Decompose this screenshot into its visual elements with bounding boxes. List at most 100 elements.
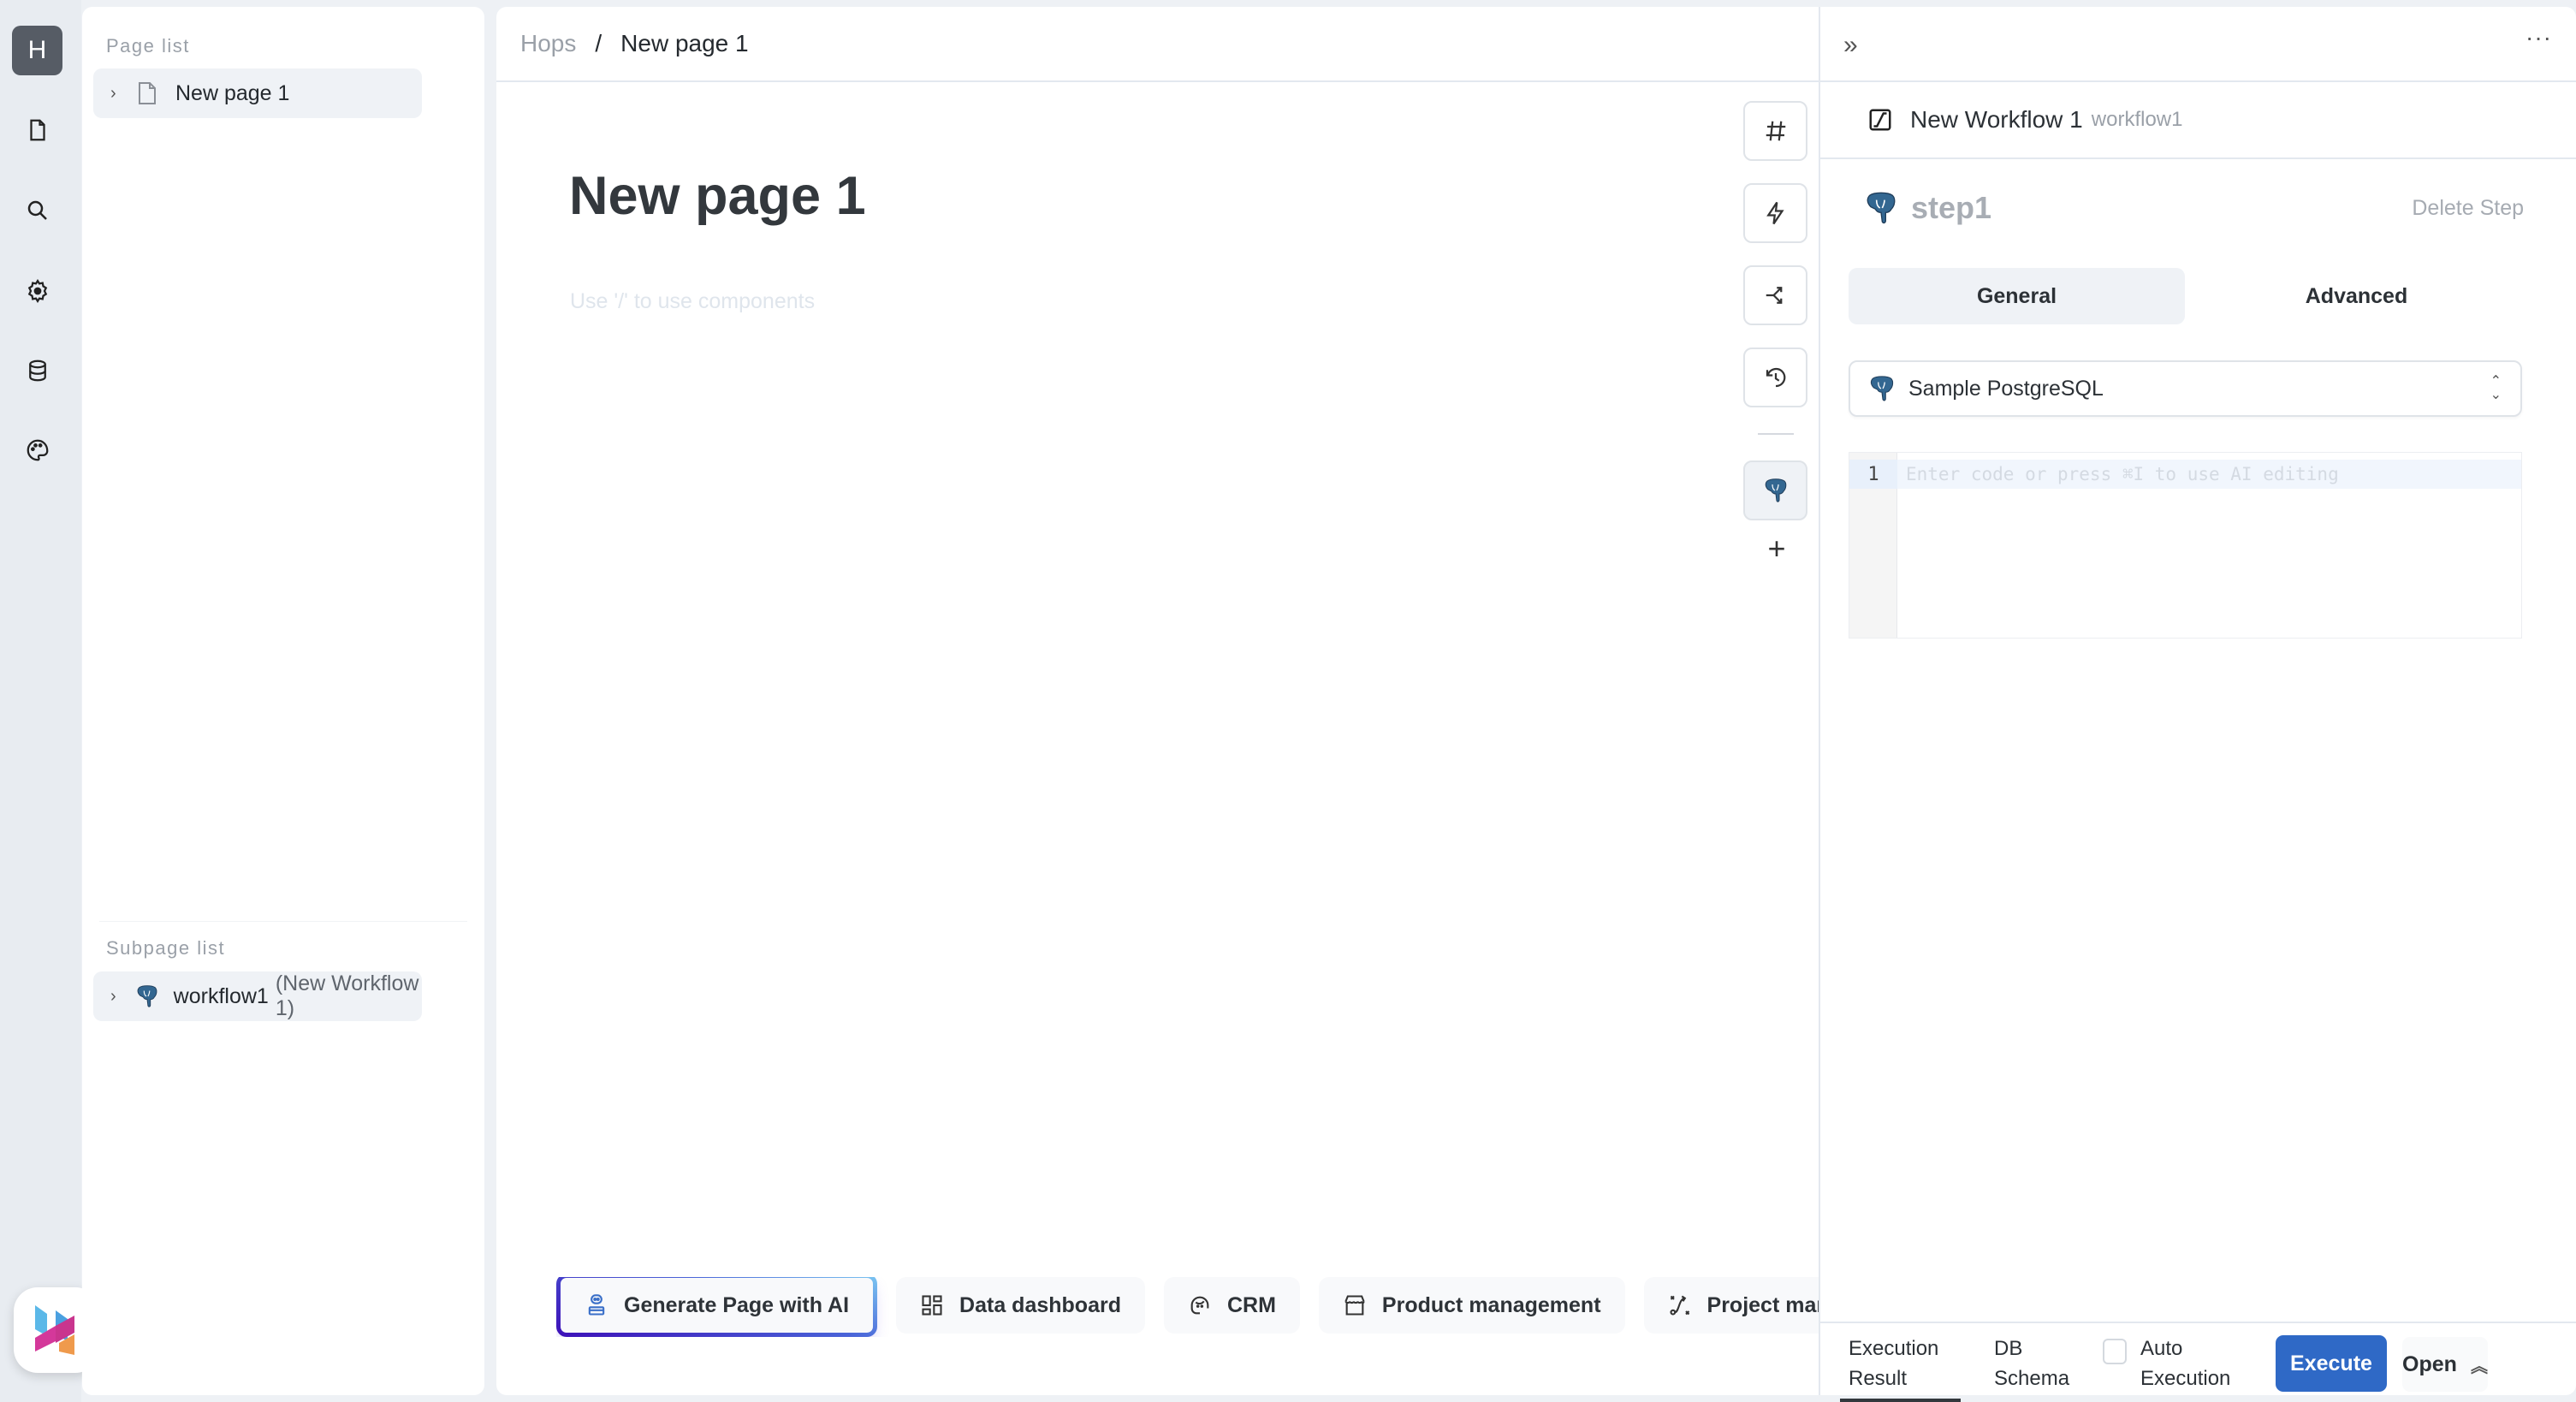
open-results-button[interactable]: Open ︽ bbox=[2402, 1337, 2488, 1392]
workflow-branch-button[interactable] bbox=[1743, 265, 1807, 325]
tab-label: Schema bbox=[1994, 1367, 2070, 1390]
page-list-label: Page list bbox=[106, 35, 190, 56]
postgresql-icon bbox=[1867, 192, 1896, 224]
workflow-header: New Workflow 1 workflow1 bbox=[1820, 82, 2576, 159]
tab-label: DB bbox=[1994, 1337, 2023, 1360]
robot-icon bbox=[588, 1294, 605, 1316]
label-line: Execution bbox=[2140, 1367, 2231, 1390]
step-tabs: General Advanced bbox=[1849, 268, 2525, 324]
plus-icon: + bbox=[1767, 531, 1786, 566]
subpage-list-item[interactable]: › workflow1 (New Workflow 1) bbox=[93, 971, 422, 1021]
datasource-select[interactable]: Sample PostgreSQL ⌃ ⌄ bbox=[1849, 360, 2522, 417]
editor-placeholder[interactable]: Use '/' to use components bbox=[570, 289, 815, 314]
store-icon bbox=[1344, 1295, 1365, 1316]
chevron-right-icon[interactable]: › bbox=[110, 84, 126, 104]
collapse-panel-button[interactable]: » bbox=[1843, 31, 1858, 60]
template-crm[interactable]: CRM bbox=[1163, 1277, 1300, 1334]
breadcrumb-separator: / bbox=[595, 30, 602, 56]
template-product-management[interactable]: Product management bbox=[1318, 1277, 1625, 1334]
template-label: Product management bbox=[1381, 1292, 1601, 1317]
open-label: Open bbox=[2402, 1352, 2457, 1376]
page-editor: Hops / New page 1 New page 1 Use '/' to … bbox=[496, 7, 1819, 1395]
database-nav-button[interactable] bbox=[22, 355, 53, 386]
step-header: step1 Delete Step bbox=[1865, 187, 2541, 229]
tab-db-schema[interactable]: DB Schema bbox=[1994, 1334, 2069, 1393]
tab-label: Execution bbox=[1849, 1337, 1939, 1360]
workflow-title[interactable]: New Workflow 1 bbox=[1910, 106, 2083, 134]
subpage-item-sublabel: (New Workflow 1) bbox=[275, 971, 419, 1020]
history-icon bbox=[1766, 367, 1785, 388]
tab-advanced[interactable]: Advanced bbox=[2188, 268, 2525, 324]
dashboard-icon bbox=[922, 1295, 942, 1316]
step-name[interactable]: step1 bbox=[1911, 190, 1991, 226]
workflow-icon bbox=[1869, 109, 1891, 131]
workflow-postgres-button[interactable] bbox=[1743, 460, 1807, 520]
file-icon bbox=[30, 119, 45, 141]
actions-button[interactable] bbox=[1743, 183, 1807, 243]
theme-nav-button[interactable] bbox=[22, 435, 53, 466]
template-label: Project management bbox=[1706, 1292, 1819, 1317]
headset-icon bbox=[1190, 1296, 1209, 1315]
subpage-item-label: workflow1 bbox=[173, 983, 269, 1008]
history-button[interactable] bbox=[1743, 348, 1807, 407]
search-nav-button[interactable] bbox=[22, 195, 53, 226]
code-input[interactable]: Enter code or press ⌘I to use AI editing bbox=[1897, 460, 2521, 489]
breadcrumb-current: New page 1 bbox=[620, 30, 749, 56]
route-icon bbox=[1669, 1295, 1689, 1316]
execute-button[interactable]: Execute bbox=[2276, 1335, 2387, 1392]
component-hash-button[interactable] bbox=[1743, 101, 1807, 161]
database-icon bbox=[29, 359, 46, 382]
delete-step-button[interactable]: Delete Step bbox=[2412, 196, 2524, 221]
postgresql-icon bbox=[1765, 478, 1786, 502]
add-workflow-button[interactable]: + bbox=[1761, 531, 1792, 566]
chevron-up-down-icon: ⌃ ⌄ bbox=[2490, 374, 2502, 402]
search-icon bbox=[27, 200, 47, 220]
hops-logo-icon bbox=[35, 1305, 74, 1355]
auto-execution-checkbox[interactable] bbox=[2103, 1339, 2127, 1364]
lightning-icon bbox=[1766, 201, 1784, 225]
auto-execution-toggle[interactable]: Auto Execution bbox=[2103, 1334, 2230, 1393]
label-line: Auto bbox=[2140, 1337, 2183, 1360]
tab-execution-result[interactable]: Execution Result bbox=[1839, 1334, 1962, 1402]
workflow-panel: » ··· New Workflow 1 workflow1 step1 Del… bbox=[1819, 7, 2576, 1402]
template-bar: Generate Page with AI Data dashboard CRM… bbox=[556, 1277, 1819, 1337]
generate-page-ai-button[interactable]: Generate Page with AI bbox=[556, 1277, 877, 1337]
toolbar-divider bbox=[1758, 433, 1794, 435]
icon-rail: H bbox=[0, 0, 99, 1402]
datasource-value: Sample PostgreSQL bbox=[1908, 376, 2104, 401]
settings-nav-button[interactable] bbox=[22, 276, 53, 306]
workflow-id: workflow1 bbox=[2091, 108, 2183, 131]
line-number: 1 bbox=[1849, 460, 1897, 489]
auto-execution-label: Auto Execution bbox=[2140, 1334, 2230, 1393]
execution-bar: Execution Result DB Schema Auto Executio… bbox=[1820, 1322, 2576, 1402]
page-title[interactable]: New page 1 bbox=[569, 165, 866, 227]
breadcrumb: Hops / New page 1 bbox=[496, 7, 1819, 82]
pages-nav-button[interactable] bbox=[22, 115, 53, 146]
hash-icon bbox=[1766, 121, 1785, 141]
breadcrumb-root-link[interactable]: Hops bbox=[520, 30, 576, 57]
tab-general[interactable]: General bbox=[1849, 268, 2185, 324]
template-label: Generate Page with AI bbox=[624, 1292, 850, 1317]
chevron-right-icon[interactable]: › bbox=[110, 987, 124, 1007]
template-data-dashboard[interactable]: Data dashboard bbox=[896, 1277, 1145, 1334]
tab-label: Result bbox=[1849, 1367, 1908, 1390]
template-label: CRM bbox=[1226, 1292, 1276, 1317]
page-list-panel: Page list › New page 1 Subpage list › wo… bbox=[82, 7, 484, 1395]
code-editor[interactable]: 1 Enter code or press ⌘I to use AI editi… bbox=[1849, 452, 2522, 639]
page-list-item-label: New page 1 bbox=[175, 80, 290, 105]
subpage-list-label: Subpage list bbox=[106, 937, 226, 959]
page-list-item[interactable]: › New page 1 bbox=[93, 68, 422, 118]
panel-topbar: » ··· bbox=[1820, 7, 2576, 82]
divider bbox=[99, 921, 467, 922]
branch-icon bbox=[1766, 287, 1782, 304]
postgresql-icon bbox=[1870, 376, 1894, 401]
template-label: Data dashboard bbox=[959, 1292, 1121, 1317]
more-options-button[interactable]: ··· bbox=[2526, 24, 2552, 51]
palette-icon bbox=[27, 439, 49, 461]
gear-icon bbox=[27, 278, 48, 304]
workspace-avatar[interactable]: H bbox=[12, 26, 62, 75]
file-icon bbox=[138, 80, 160, 106]
template-project-management[interactable]: Project management bbox=[1643, 1277, 1819, 1334]
postgresql-icon bbox=[136, 983, 158, 1009]
chevrons-up-icon: ︽ bbox=[2470, 1357, 2488, 1376]
